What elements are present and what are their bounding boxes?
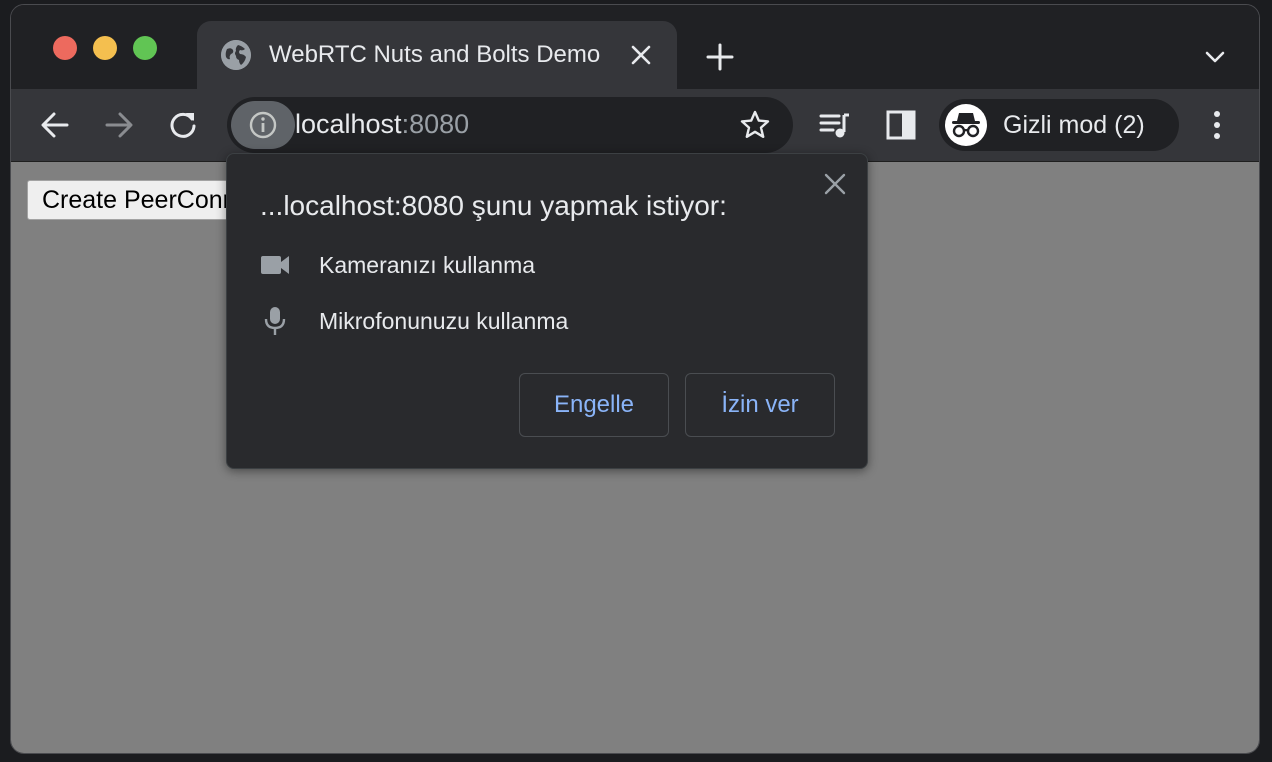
tab-active[interactable]: WebRTC Nuts and Bolts Demo bbox=[197, 21, 677, 89]
url-port: :8080 bbox=[401, 109, 470, 139]
reload-icon[interactable] bbox=[167, 109, 199, 141]
toolbar: localhost:8080 Gizli mod (2) bbox=[11, 89, 1259, 161]
allow-button[interactable]: İzin ver bbox=[685, 373, 835, 437]
info-icon bbox=[249, 111, 277, 139]
browser-window: WebRTC Nuts and Bolts Demo localhost:808… bbox=[10, 4, 1260, 754]
side-panel-icon[interactable] bbox=[885, 109, 917, 141]
block-button[interactable]: Engelle bbox=[519, 373, 669, 437]
window-minimize-button[interactable] bbox=[93, 36, 117, 60]
globe-icon bbox=[221, 40, 251, 70]
kebab-menu-icon[interactable] bbox=[1201, 109, 1233, 141]
plus-icon[interactable] bbox=[705, 42, 735, 72]
tab-title: WebRTC Nuts and Bolts Demo bbox=[269, 41, 601, 68]
window-close-button[interactable] bbox=[53, 36, 77, 60]
omnibox[interactable]: localhost:8080 bbox=[227, 97, 793, 153]
microphone-icon bbox=[264, 307, 286, 335]
dialog-title: ...localhost:8080 şunu yapmak istiyor: bbox=[260, 190, 727, 221]
permission-camera: Kameranızı kullanma bbox=[259, 248, 819, 282]
profile-label: Gizli mod (2) bbox=[1003, 111, 1145, 139]
close-icon[interactable] bbox=[823, 172, 847, 196]
tab-strip: WebRTC Nuts and Bolts Demo bbox=[11, 5, 1259, 89]
url-host: localhost bbox=[295, 109, 402, 139]
permission-label: Mikrofonunuzu kullanma bbox=[319, 308, 569, 334]
chevron-down-icon[interactable] bbox=[1203, 45, 1227, 69]
arrow-left-icon[interactable] bbox=[39, 109, 71, 141]
close-icon[interactable] bbox=[629, 43, 653, 67]
window-zoom-button[interactable] bbox=[133, 36, 157, 60]
url-text[interactable]: localhost:8080 bbox=[295, 109, 469, 140]
site-info-button[interactable] bbox=[231, 101, 295, 149]
camera-icon bbox=[261, 256, 289, 274]
media-queue-icon[interactable] bbox=[819, 109, 851, 141]
permission-label: Kameranızı kullanma bbox=[319, 252, 536, 278]
permission-microphone: Mikrofonunuzu kullanma bbox=[259, 304, 819, 338]
star-icon[interactable] bbox=[739, 109, 771, 141]
incognito-icon bbox=[945, 104, 987, 146]
permission-dialog: ...localhost:8080 şunu yapmak istiyor: K… bbox=[226, 153, 868, 469]
arrow-right-icon[interactable] bbox=[103, 109, 135, 141]
profile-chip[interactable]: Gizli mod (2) bbox=[939, 99, 1179, 151]
